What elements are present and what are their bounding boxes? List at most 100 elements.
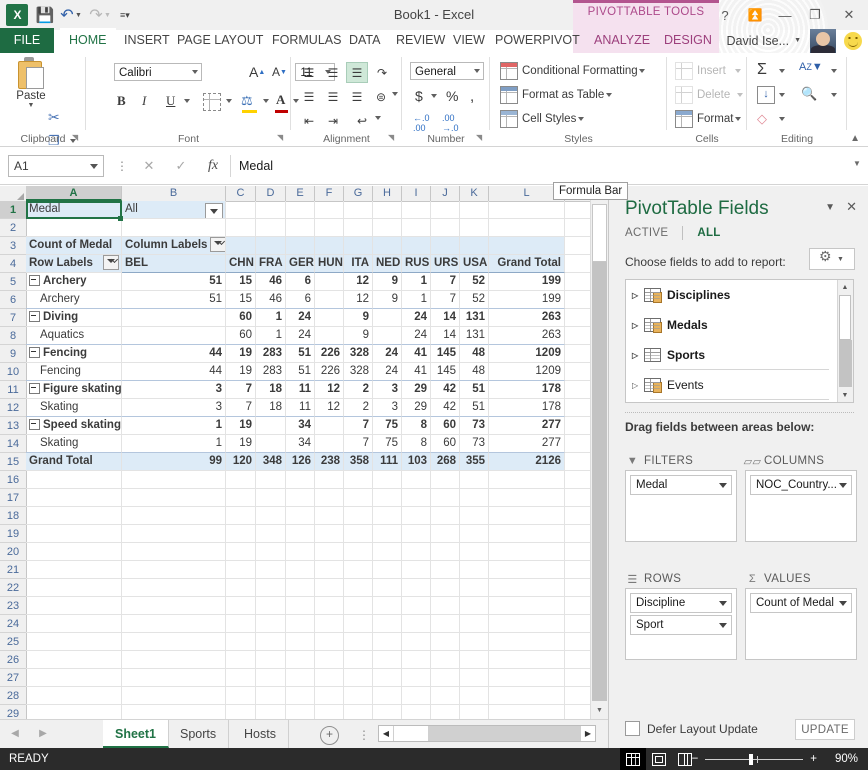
column-header-C[interactable]: C	[226, 186, 256, 201]
cell[interactable]	[431, 669, 460, 687]
field-item-medals[interactable]: ▷ Medals	[626, 310, 853, 340]
align-bottom-icon[interactable]: ☰	[346, 62, 368, 83]
cell[interactable]	[489, 615, 565, 633]
zoom-percentage[interactable]: 90%	[824, 753, 858, 765]
column-header-A[interactable]: A	[26, 186, 122, 201]
user-name[interactable]: David Ise...	[727, 34, 790, 48]
row-header-17[interactable]: 17	[0, 489, 26, 507]
row-header-7[interactable]: 7	[0, 309, 26, 327]
cell[interactable]	[315, 651, 344, 669]
pivot-value-cell[interactable]: 9	[344, 327, 373, 345]
cell[interactable]	[256, 525, 286, 543]
pivot-value-cell[interactable]: 44	[122, 345, 226, 363]
cell[interactable]	[256, 633, 286, 651]
increase-decimal-icon[interactable]: ←.0.00	[413, 113, 430, 133]
cell[interactable]	[286, 615, 315, 633]
field-list-scroll-thumb[interactable]	[839, 295, 851, 340]
cell[interactable]	[344, 615, 373, 633]
cell[interactable]	[344, 579, 373, 597]
cell[interactable]	[460, 201, 489, 219]
cell[interactable]	[402, 507, 431, 525]
defer-layout-update-row[interactable]: Defer Layout Update	[625, 721, 758, 736]
cell[interactable]	[402, 579, 431, 597]
pivot-value-cell[interactable]	[315, 327, 344, 345]
pivot-row-label[interactable]: Aquatics	[26, 327, 122, 345]
pivot-value-cell[interactable]: 44	[122, 363, 226, 381]
zoom-in-button[interactable]: +	[810, 753, 817, 765]
collapse-outline-icon[interactable]	[29, 347, 40, 358]
pivot-value-cell[interactable]: 131	[460, 327, 489, 345]
pivot-value-cell[interactable]: 41	[402, 345, 431, 363]
cell[interactable]	[122, 561, 226, 579]
pivot-value-cell[interactable]: 328	[344, 345, 373, 363]
cell[interactable]	[256, 201, 286, 219]
cell[interactable]	[286, 543, 315, 561]
pivot-value-cell[interactable]: 46	[256, 291, 286, 309]
cell[interactable]	[460, 597, 489, 615]
row-header-11[interactable]: 11	[0, 381, 26, 399]
cell[interactable]	[373, 543, 402, 561]
normal-view-button[interactable]	[620, 748, 646, 770]
select-all-corner[interactable]	[0, 186, 27, 201]
row-header-10[interactable]: 10	[0, 363, 26, 381]
cell[interactable]	[402, 633, 431, 651]
cell[interactable]	[431, 507, 460, 525]
pivot-value-cell[interactable]: 51	[286, 345, 315, 363]
cell[interactable]	[344, 651, 373, 669]
field-list-scroll-up-icon[interactable]: ▲	[838, 280, 852, 294]
cell[interactable]	[460, 219, 489, 237]
column-header-F[interactable]: F	[315, 186, 344, 201]
cell[interactable]	[373, 507, 402, 525]
cell[interactable]	[122, 489, 226, 507]
clear-arrow-icon[interactable]	[777, 117, 786, 121]
cell[interactable]	[373, 687, 402, 705]
zoom-slider-thumb[interactable]	[749, 754, 753, 765]
pivot-value-cell[interactable]: 11	[286, 381, 315, 399]
cell[interactable]	[344, 525, 373, 543]
bold-button[interactable]: B	[117, 93, 126, 109]
cell[interactable]	[431, 615, 460, 633]
cell[interactable]	[26, 219, 122, 237]
pivot-row-label[interactable]: Fencing	[26, 345, 122, 363]
pivot-value-cell[interactable]: 15	[226, 273, 256, 291]
area-dropzone-columns[interactable]: NOC_Country...	[745, 470, 857, 542]
field-item-events[interactable]: ▷ Events	[626, 370, 853, 400]
pivot-value-cell[interactable]: 1	[402, 291, 431, 309]
field-list-tools-gear-icon[interactable]: ▼	[809, 248, 855, 270]
row-header-24[interactable]: 24	[0, 615, 26, 633]
area-rows[interactable]: ☰ ROWS Discipline Sport	[625, 570, 737, 660]
cell[interactable]	[344, 489, 373, 507]
pivot-value-cell[interactable]: 178	[489, 381, 565, 399]
cell[interactable]	[226, 219, 256, 237]
sort-and-filter-icon[interactable]: AZ▼	[799, 61, 823, 73]
cell[interactable]	[122, 471, 226, 489]
cell[interactable]	[402, 219, 431, 237]
cell[interactable]	[226, 489, 256, 507]
row-header-27[interactable]: 27	[0, 669, 26, 687]
pivot-value-cell[interactable]: 328	[344, 363, 373, 381]
font-family-combobox[interactable]: Calibri	[114, 63, 202, 81]
cell[interactable]	[122, 687, 226, 705]
pivot-value-cell[interactable]: 42	[431, 381, 460, 399]
pivot-value-cell[interactable]: 51	[122, 291, 226, 309]
pivot-value-cell[interactable]: 226	[315, 363, 344, 381]
pivot-value-cell[interactable]: 51	[122, 273, 226, 291]
pivot-value-cell[interactable]: 24	[286, 309, 315, 327]
horizontal-scroll-thumb[interactable]	[394, 726, 428, 741]
cell[interactable]	[26, 579, 122, 597]
cell[interactable]	[344, 633, 373, 651]
pivot-value-cell[interactable]: 42	[431, 399, 460, 417]
column-header-D[interactable]: D	[256, 186, 286, 201]
cell[interactable]	[460, 633, 489, 651]
scroll-right-icon[interactable]: ▶	[581, 726, 595, 741]
row-header-19[interactable]: 19	[0, 525, 26, 543]
column-header-G[interactable]: G	[344, 186, 373, 201]
font-color-button[interactable]: A	[276, 92, 285, 108]
pivot-value-cell[interactable]: 18	[256, 381, 286, 399]
pivot-column-header[interactable]: Grand Total	[489, 255, 565, 273]
cell[interactable]	[286, 705, 315, 719]
expand-arrow-icon[interactable]: ▷	[632, 321, 644, 330]
cell[interactable]	[315, 237, 344, 255]
paste-button[interactable]: Paste ▼	[8, 57, 54, 109]
cancel-entry-button[interactable]: ✕	[133, 155, 165, 177]
